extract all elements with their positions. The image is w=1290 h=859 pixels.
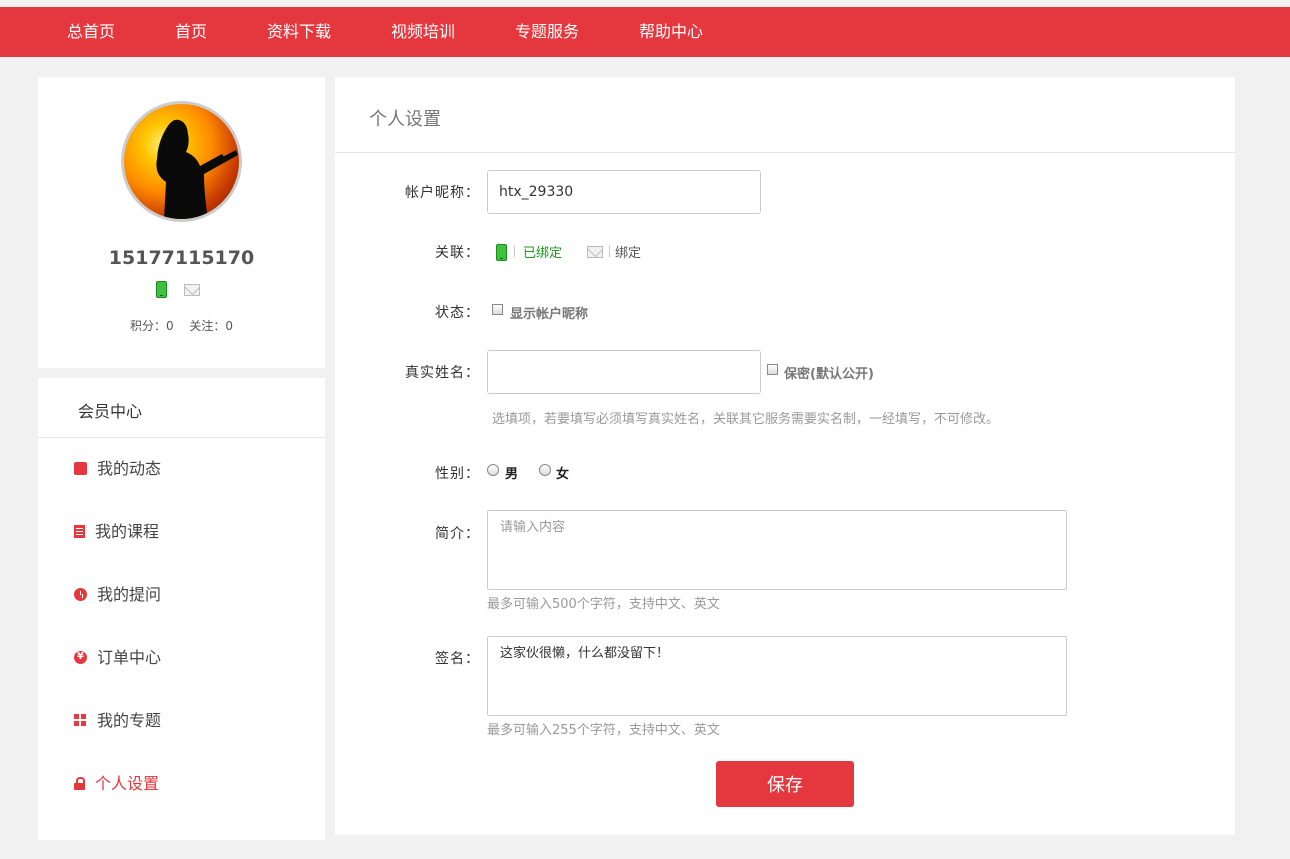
book-icon xyxy=(74,525,85,538)
divider xyxy=(38,437,325,438)
realname-input[interactable] xyxy=(487,350,761,394)
menu-item-orders[interactable]: 订单中心 xyxy=(74,646,161,670)
menu-item-personal-settings[interactable]: 个人设置 xyxy=(74,772,159,796)
grid-icon xyxy=(74,714,87,727)
menu-item-label: 我的动态 xyxy=(97,459,162,478)
menu-item-label: 我的课程 xyxy=(95,522,160,541)
signature-label: 签名： xyxy=(435,651,480,667)
page-title: 个人设置 xyxy=(369,109,441,130)
settings-panel: 个人设置 帐户昵称： 关联： 已绑定 绑定 状态： 显示帐户昵称 真实姓名： 保… xyxy=(335,77,1235,835)
profile-stats: 积分：0 关注：0 xyxy=(38,317,325,334)
gender-female-label: 女 xyxy=(556,467,570,482)
divider xyxy=(335,152,1235,153)
realname-hint: 选填项，若要填写必须填写真实姓名，关联其它服务需要实名制，一经填写，不可修改。 xyxy=(492,412,1000,427)
intro-hint: 最多可输入500个字符，支持中文、英文 xyxy=(487,597,720,612)
avatar-silhouette xyxy=(156,119,238,219)
nav-downloads[interactable]: 资料下载 xyxy=(267,7,331,57)
nav-video-training[interactable]: 视频培训 xyxy=(391,7,455,57)
gender-female-radio[interactable] xyxy=(539,464,551,476)
realname-label: 真实姓名： xyxy=(405,365,480,381)
menu-item-my-courses[interactable]: 我的课程 xyxy=(74,520,159,544)
gender-male-label: 男 xyxy=(505,467,519,482)
menu-item-my-questions[interactable]: 我的提问 xyxy=(74,583,161,607)
menu-item-label: 我的提问 xyxy=(97,585,162,604)
signature-textarea[interactable]: 这家伙很懒，什么都没留下！ xyxy=(487,636,1067,716)
phone-bound-status: 已绑定 xyxy=(523,246,563,261)
mail-icon xyxy=(587,246,603,258)
nickname-input[interactable] xyxy=(487,170,761,214)
mail-icon xyxy=(184,284,200,296)
menu-item-my-activity[interactable]: 我的动态 xyxy=(74,455,162,481)
nickname-label: 帐户昵称： xyxy=(405,185,480,201)
yen-icon xyxy=(74,650,87,664)
nav-topic-services[interactable]: 专题服务 xyxy=(515,7,579,57)
follows-count: 关注：0 xyxy=(189,319,234,333)
show-nickname-label: 显示帐户昵称 xyxy=(510,307,589,322)
nav-home-all[interactable]: 总首页 xyxy=(67,7,115,57)
email-bind-link[interactable]: 绑定 xyxy=(615,242,641,261)
intro-textarea[interactable] xyxy=(487,510,1067,590)
signature-hint: 最多可输入255个字符，支持中文、英文 xyxy=(487,723,720,738)
lock-icon xyxy=(74,777,85,790)
nav-help-center[interactable]: 帮助中心 xyxy=(639,7,703,57)
top-nav: 总首页 首页 资料下载 视频培训 专题服务 帮助中心 xyxy=(0,7,1290,57)
show-nickname-checkbox[interactable] xyxy=(492,304,503,315)
member-menu-title: 会员中心 xyxy=(78,402,143,421)
private-checkbox[interactable] xyxy=(767,364,778,375)
menu-item-my-topics[interactable]: 我的专题 xyxy=(74,709,161,733)
username: 15177115170 xyxy=(108,247,255,269)
gender-male-radio[interactable] xyxy=(487,464,499,476)
phone-icon xyxy=(156,281,167,298)
gender-label: 性别： xyxy=(435,466,480,482)
clock-icon xyxy=(74,588,87,601)
chat-icon xyxy=(74,455,87,475)
points-count: 积分：0 xyxy=(129,319,174,333)
menu-item-label: 我的专题 xyxy=(97,711,162,730)
member-menu: 会员中心 我的动态 我的课程 我的提问 订单中心 我的专题 个人设置 xyxy=(38,378,325,840)
link-label: 关联： xyxy=(435,245,480,261)
status-label: 状态： xyxy=(435,305,480,321)
phone-icon xyxy=(496,244,507,261)
menu-item-label: 个人设置 xyxy=(95,774,160,793)
avatar[interactable] xyxy=(121,101,242,222)
private-label: 保密(默认公开) xyxy=(784,367,874,382)
save-button[interactable]: 保存 xyxy=(716,761,854,807)
nav-home[interactable]: 首页 xyxy=(175,7,207,57)
menu-item-label: 订单中心 xyxy=(97,648,162,667)
divider xyxy=(514,245,515,257)
profile-card: 15177115170 积分：0 关注：0 xyxy=(38,77,325,368)
intro-label: 简介： xyxy=(435,526,480,542)
divider xyxy=(609,245,610,257)
